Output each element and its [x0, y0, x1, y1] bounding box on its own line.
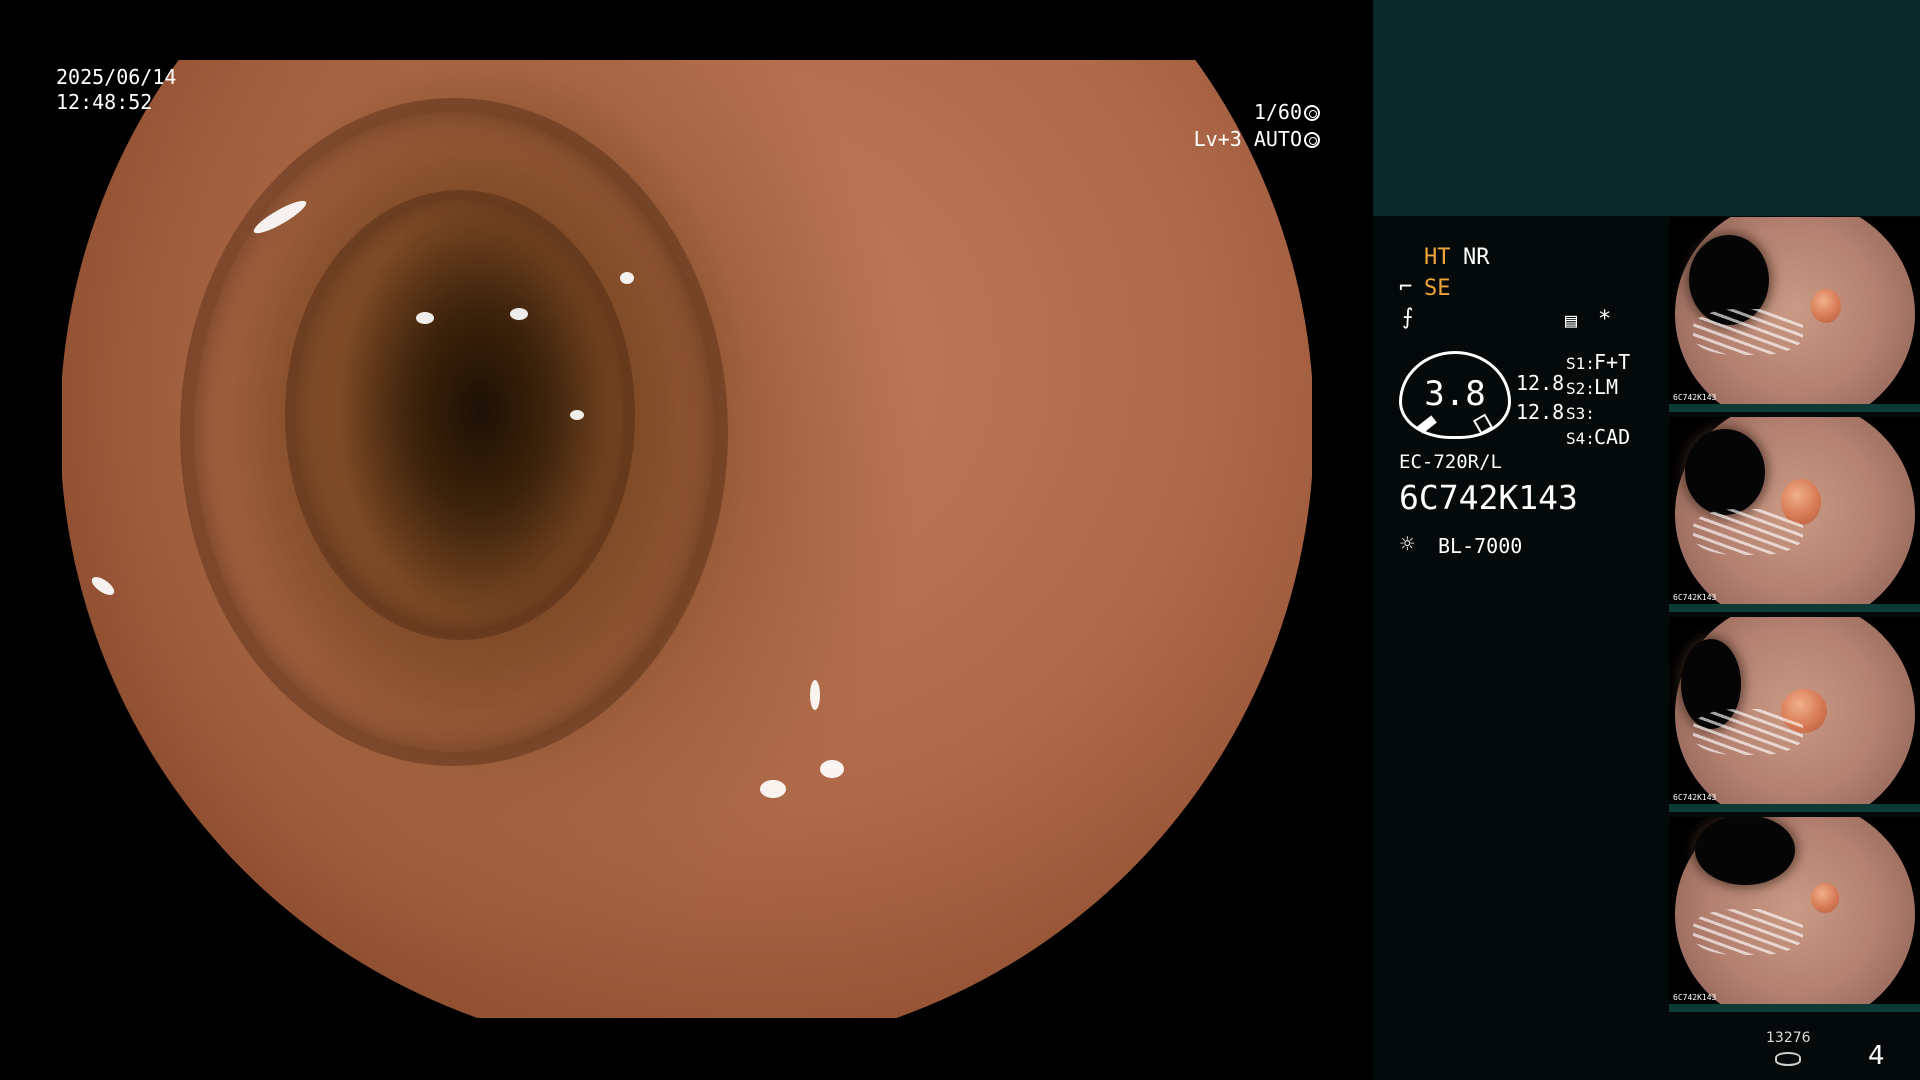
thumbnail-bar: [1669, 604, 1920, 612]
filter-icon: ⨍: [1402, 305, 1414, 330]
specular-highlight: [88, 573, 118, 599]
light-source-icon: ☼: [1400, 530, 1415, 558]
page-number: 4: [1868, 1041, 1885, 1071]
colon-lumen-image: [62, 60, 1312, 1018]
specular-highlight: [810, 680, 820, 710]
capture-thumbnail[interactable]: 6C742K143: [1669, 217, 1920, 412]
date-label: 2025/06/14: [56, 65, 177, 89]
thumbnail-image: [1675, 417, 1915, 612]
light-source-label: BL-7000: [1438, 534, 1523, 558]
specular-highlight: [760, 780, 786, 798]
thumbnail-glare: [1693, 709, 1803, 755]
specular-highlight: [820, 760, 844, 778]
gauge-marker-left-icon: [1417, 415, 1437, 434]
thumbnail-image: [1675, 217, 1915, 412]
gauge-value: 3.8: [1424, 374, 1486, 414]
ht-label: HT: [1424, 245, 1451, 270]
specular-highlight: [570, 410, 584, 420]
thumbnail-glare: [1693, 509, 1803, 555]
settings-icon: ▤: [1565, 308, 1578, 332]
scope-serial: 6C742K143: [1399, 478, 1578, 517]
storage-counter: 13276: [1766, 1030, 1811, 1046]
time-label: 12:48:52: [56, 90, 153, 114]
thumbnail-image: [1675, 617, 1915, 812]
thumbnail-glare: [1693, 909, 1803, 955]
shutter-readout: 1/60: [1200, 99, 1320, 125]
thumbnail-polyp: [1811, 883, 1839, 913]
setting-s1-value: F+T: [1594, 350, 1631, 374]
setting-s4-key: S4:: [1566, 429, 1595, 448]
capture-thumbnail[interactable]: 6C742K143: [1669, 617, 1920, 812]
se-label: SE: [1424, 276, 1451, 301]
endoscope-view: [62, 60, 1312, 1018]
endoscopy-screen: 2025/06/14 12:48:52 1/60 Lv+3 AUTO HT NR…: [0, 0, 1920, 1080]
nr-label: NR: [1463, 245, 1490, 270]
capture-thumbnail[interactable]: 6C742K143: [1669, 817, 1920, 1012]
storage-disk-icon: [1775, 1052, 1801, 1066]
scope-model: EC-720R/L: [1399, 451, 1502, 473]
iris-icon: [1304, 132, 1320, 148]
thumbnail-lumen: [1685, 429, 1765, 515]
side-value-1: 12.8: [1516, 371, 1565, 395]
exposure-readout: Lv+3 AUTO: [1170, 126, 1320, 152]
level-value: Lv+3: [1193, 127, 1242, 151]
specular-highlight: [510, 308, 528, 320]
structure-enhance-icon: ⌐: [1399, 275, 1413, 300]
setting-s2-value: LM: [1594, 375, 1619, 399]
setting-s2-key: S2:: [1566, 379, 1595, 398]
capture-thumbnail[interactable]: 6C742K143: [1669, 417, 1920, 612]
shutter-icon: [1304, 105, 1320, 121]
thumbnail-lumen: [1695, 817, 1795, 885]
thumbnail-bar: [1669, 404, 1920, 412]
thumbnail-label: 6C742K143: [1673, 393, 1717, 402]
specular-highlight: [416, 312, 434, 324]
setting-s1-key: S1:: [1566, 354, 1595, 373]
setting-s4-value: CAD: [1594, 425, 1631, 449]
specular-highlight: [620, 272, 634, 284]
thumbnail-label: 6C742K143: [1673, 793, 1717, 802]
asterisk-mark: *: [1598, 307, 1612, 332]
thumbnail-polyp: [1811, 289, 1841, 323]
setting-s3-key: S3:: [1566, 404, 1595, 423]
thumbnail-glare: [1693, 309, 1803, 355]
side-value-2: 12.8: [1516, 400, 1565, 424]
shutter-value: 1/60: [1253, 100, 1302, 124]
gauge-marker-right-icon: [1472, 413, 1494, 435]
thumbnail-label: 6C742K143: [1673, 993, 1717, 1002]
mode-value: AUTO: [1253, 127, 1302, 151]
thumbnail-bar: [1669, 1004, 1920, 1012]
thumbnail-image: [1675, 817, 1915, 1012]
panel-header-area: [1373, 0, 1920, 216]
thumbnail-label: 6C742K143: [1673, 593, 1717, 602]
thumbnail-bar: [1669, 804, 1920, 812]
